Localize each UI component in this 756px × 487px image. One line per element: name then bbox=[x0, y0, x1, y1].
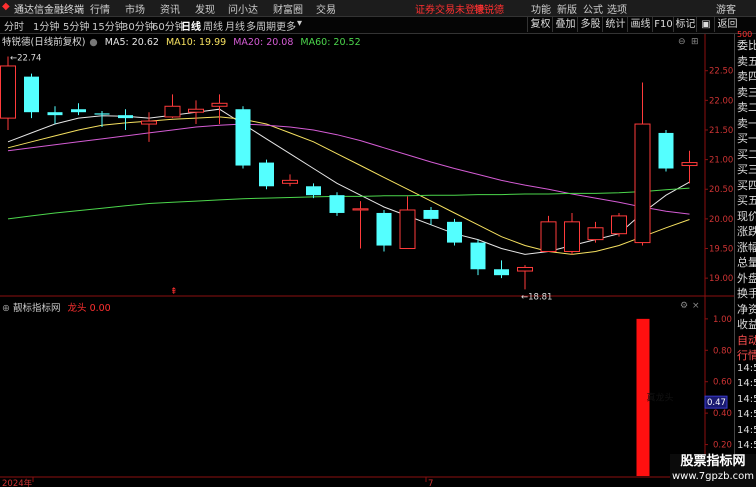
side-panel-label: 14:56 bbox=[737, 424, 756, 436]
side-panel-label: 买二 bbox=[737, 147, 756, 161]
candle-body-down[interactable] bbox=[118, 115, 133, 119]
side-panel-label: 14:56 bbox=[737, 440, 756, 451]
candle-body-up[interactable] bbox=[399, 209, 416, 250]
side-panel-label: 买五 bbox=[737, 194, 756, 207]
y-tick-label: 19.50 bbox=[709, 245, 733, 255]
ma-line-ma5 bbox=[7, 108, 690, 255]
candle-body-down[interactable] bbox=[306, 186, 321, 196]
y-tick-label: 21.00 bbox=[709, 156, 733, 166]
y-tick-label: 22.50 bbox=[709, 67, 733, 77]
side-panel-label: 卖四 bbox=[737, 70, 756, 83]
ind-close-icon[interactable]: × bbox=[692, 301, 700, 311]
candle-body-up[interactable] bbox=[540, 221, 557, 252]
watermark: 股票指标网 www.7gpzb.com bbox=[670, 454, 756, 487]
candle-body-up[interactable] bbox=[564, 221, 580, 252]
side-panel-label: 卖一 bbox=[737, 116, 756, 130]
side-panel-label: 买一 bbox=[737, 132, 756, 145]
ind-y-tick-label: 0.20 bbox=[713, 441, 732, 451]
quote-side-panel: 500 委比 卖五 卖四 卖三 卖二 卖一 买一 买二 买三 买四 买五 现价 涨跌 涨幅 总量 外盘 换手 净资… bbox=[734, 30, 756, 487]
indicator-name: 靓标指标网 bbox=[13, 303, 61, 314]
candle-body-up[interactable] bbox=[282, 179, 298, 184]
ind-y-tick-label: 0.80 bbox=[713, 346, 732, 356]
ind-y-tick-label: 0.40 bbox=[713, 409, 732, 419]
kline-chart[interactable]: 22.50 22.00 21.50 21.00 20.50 20.00 19.50 19.00… bbox=[0, 0, 734, 487]
y-tick-label: 22.00 bbox=[709, 96, 733, 106]
side-panel-label: 14:56 bbox=[737, 409, 756, 420]
candle-body-up[interactable] bbox=[634, 123, 651, 244]
side-panel-label: 行情 bbox=[737, 349, 756, 362]
candle-body-down[interactable] bbox=[47, 112, 63, 116]
expand-icon[interactable]: ⊞ bbox=[691, 37, 699, 47]
candle-body-up[interactable] bbox=[0, 65, 16, 119]
low-price-annotation: ←18.81 bbox=[521, 292, 552, 302]
watermark-url: www.7gpzb.com bbox=[672, 471, 754, 482]
side-panel-label: 收益 bbox=[737, 318, 756, 331]
candle-body-up[interactable] bbox=[164, 105, 181, 118]
ma-line-ma20 bbox=[7, 123, 690, 215]
indicator-bar-label: 真龙头 bbox=[647, 392, 674, 404]
side-panel-label: 涨幅 bbox=[737, 240, 756, 254]
watermark-title: 股票指标网 bbox=[680, 454, 746, 469]
side-panel-label: 14:56 bbox=[737, 362, 756, 374]
side-panel-label: 总量 bbox=[737, 256, 756, 269]
candle-body-up[interactable] bbox=[188, 108, 204, 113]
candle-body-down[interactable] bbox=[658, 132, 674, 169]
side-panel-label: 买四 bbox=[737, 178, 756, 192]
side-panel-label: 买三 bbox=[737, 163, 756, 176]
candle-body-up[interactable] bbox=[141, 120, 157, 125]
side-panel-label: 换手 bbox=[737, 287, 756, 300]
side-panel-label: 涨跌 bbox=[737, 225, 756, 238]
candle-body-up[interactable] bbox=[681, 162, 698, 167]
side-panel-label: 委比 bbox=[737, 39, 756, 52]
ind-settings-icon[interactable]: ⚙ bbox=[680, 301, 688, 311]
candle-body-down[interactable] bbox=[447, 221, 462, 243]
candle-body-down[interactable] bbox=[376, 212, 392, 246]
side-panel-label: 卖二 bbox=[737, 101, 756, 114]
ind-y-tick-label: 1.00 bbox=[713, 315, 732, 325]
time-axis-label: 2024年 bbox=[2, 478, 33, 487]
candle-body-down[interactable] bbox=[259, 162, 274, 187]
side-panel-label: 外盘 bbox=[737, 271, 756, 285]
side-panel-label: 卖五 bbox=[737, 54, 756, 68]
ma-line-ma60 bbox=[7, 187, 690, 220]
y-tick-label: 21.50 bbox=[709, 126, 733, 136]
side-panel-label: 卖三 bbox=[737, 85, 756, 99]
y-tick-label: 20.00 bbox=[709, 215, 733, 225]
zoom-out-icon[interactable]: ⊖ bbox=[678, 37, 686, 47]
candle-body-down[interactable] bbox=[423, 209, 439, 219]
ind-y-tick-label: 0.60 bbox=[713, 378, 732, 388]
candle-body-down[interactable] bbox=[470, 242, 486, 270]
candle-body-down[interactable] bbox=[24, 76, 39, 113]
time-axis-label: 7 bbox=[428, 479, 433, 487]
candle-body-down[interactable] bbox=[235, 109, 251, 166]
candle-body-up[interactable] bbox=[517, 266, 533, 272]
candle-body-down[interactable] bbox=[94, 113, 110, 115]
y-tick-label: 19.00 bbox=[709, 274, 733, 284]
candle-body-up[interactable] bbox=[352, 208, 369, 211]
side-panel-label: 净资 bbox=[737, 302, 756, 316]
side-panel-label: 14:56 bbox=[737, 393, 756, 405]
indicator-info-line: ⊕ 靓标指标网 龙头 0.00 bbox=[0, 300, 111, 314]
candle-body-down[interactable] bbox=[71, 109, 86, 113]
indicator-toggle-icon[interactable]: ⊕ bbox=[2, 303, 10, 314]
value-tag-label: 0.47 bbox=[707, 398, 726, 408]
side-panel-label: 14:56 bbox=[737, 378, 756, 389]
candle-body-up[interactable] bbox=[611, 215, 627, 235]
candle-body-up[interactable] bbox=[211, 102, 228, 107]
indicator-param: 龙头 0.00 bbox=[67, 303, 111, 314]
candle-body-down[interactable] bbox=[329, 195, 345, 213]
candle-body-down[interactable] bbox=[494, 269, 509, 276]
buy-marker-icon: ⇞ bbox=[170, 287, 178, 297]
y-tick-label: 20.50 bbox=[709, 185, 733, 195]
high-price-annotation: ←22.74 bbox=[10, 53, 41, 63]
side-panel-label: 自动 bbox=[737, 333, 756, 347]
candle-body-up[interactable] bbox=[587, 227, 604, 241]
side-panel-label: 现价 bbox=[737, 209, 756, 223]
